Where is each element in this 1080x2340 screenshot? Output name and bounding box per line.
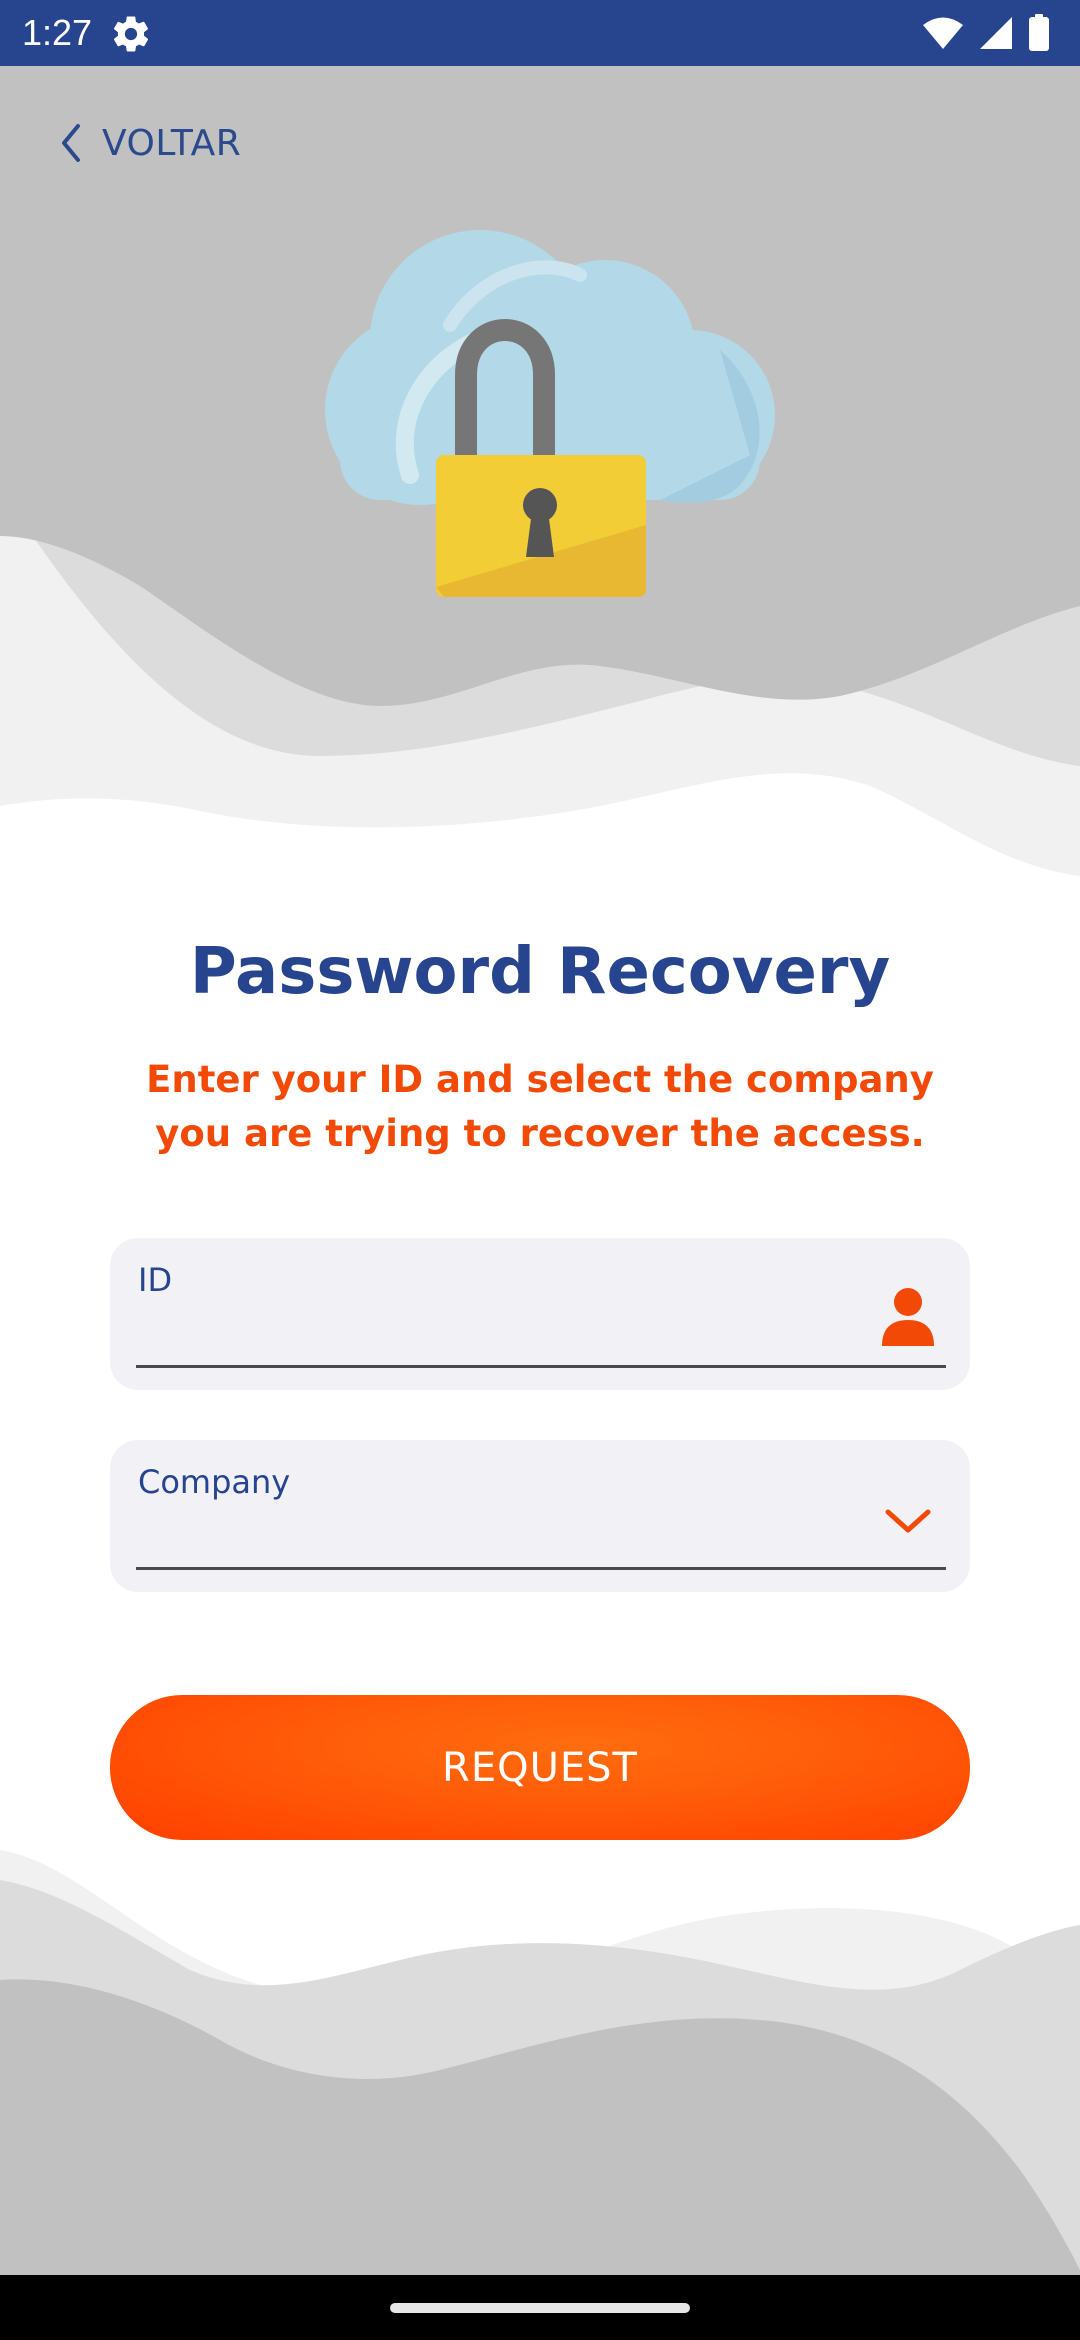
company-field-underline: [136, 1567, 946, 1570]
back-label: VOLTAR: [102, 122, 242, 164]
battery-icon: [1029, 14, 1049, 51]
cellular-signal-icon: [980, 17, 1012, 49]
status-bar: 1:27: [0, 0, 1080, 66]
chevron-down-icon[interactable]: [878, 1484, 938, 1554]
user-icon: [882, 1288, 934, 1346]
system-navigation-bar: [0, 2275, 1080, 2340]
bottom-wave-background: [0, 1850, 1080, 2275]
cloud-lock-illustration: [325, 230, 775, 597]
request-button[interactable]: REQUEST: [110, 1695, 970, 1840]
page-title: Password Recovery: [189, 935, 891, 1009]
company-field-label: Company: [138, 1463, 291, 1501]
home-indicator[interactable]: [390, 2303, 690, 2313]
settings-gear-icon: [113, 16, 149, 52]
password-recovery-screen: 1:27 VOLTAR Password Recovery Enter your…: [0, 0, 1080, 2340]
company-select[interactable]: Company: [110, 1440, 970, 1592]
id-field[interactable]: ID: [110, 1238, 970, 1390]
wifi-icon: [923, 17, 963, 49]
back-button[interactable]: VOLTAR: [52, 108, 241, 178]
id-field-underline: [136, 1365, 946, 1368]
id-field-label: ID: [138, 1261, 173, 1299]
chevron-left-icon: [62, 124, 80, 162]
id-input[interactable]: [138, 1308, 842, 1360]
status-icons: [922, 14, 1050, 52]
page-subtitle: Enter your ID and select the company you…: [146, 1058, 934, 1155]
status-time: 1:27: [22, 12, 93, 53]
company-selected-value: [138, 1510, 838, 1560]
